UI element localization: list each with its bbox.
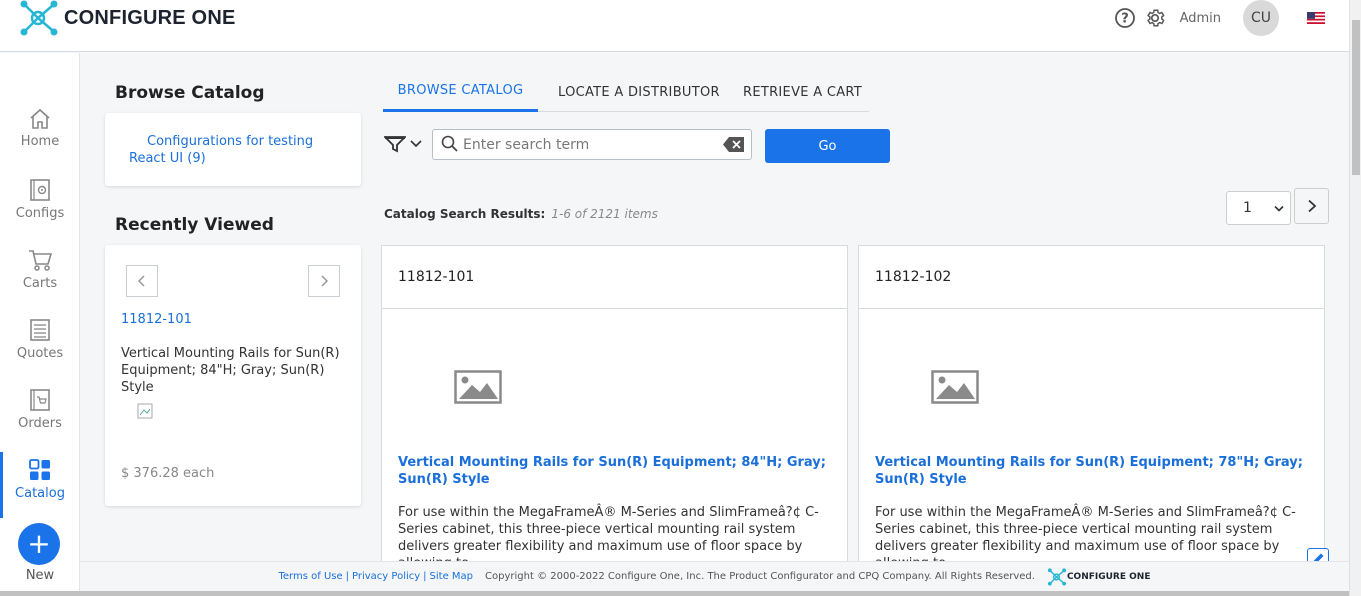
- configs-icon: [30, 179, 50, 201]
- clear-search-icon[interactable]: [722, 136, 746, 153]
- top-header: CONFIGURE ONE ? Admin CU: [0, 0, 1349, 52]
- results-count: 1-6 of 2121 items: [551, 207, 658, 221]
- chevron-down-icon: [410, 140, 422, 148]
- search-icon: [441, 135, 458, 152]
- image-placeholder-icon: [931, 370, 979, 404]
- nav-label-quotes: Quotes: [16, 346, 64, 361]
- vertical-scrollbar-thumb[interactable]: [1352, 20, 1360, 175]
- site-map-link[interactable]: Site Map: [430, 571, 473, 582]
- nav-label-carts: Carts: [22, 276, 58, 291]
- results-label: Catalog Search Results:: [384, 207, 546, 221]
- nav-item-configs[interactable]: Configs: [0, 178, 80, 242]
- privacy-policy-link[interactable]: Privacy Policy: [352, 571, 420, 582]
- nav-label-orders: Orders: [18, 416, 62, 431]
- recent-next-button[interactable]: [308, 265, 340, 297]
- filter-dropdown-button[interactable]: [384, 133, 426, 155]
- search-box: [432, 129, 752, 160]
- help-icon[interactable]: ?: [1114, 7, 1136, 29]
- product-id: 11812-101: [382, 246, 847, 309]
- new-button[interactable]: +: [18, 523, 60, 565]
- terms-of-use-link[interactable]: Terms of Use: [279, 571, 343, 582]
- copyright-text: Copyright © 2000-2022 Configure One, Inc…: [485, 571, 1035, 582]
- chevron-down-icon: [1274, 205, 1284, 212]
- user-avatar[interactable]: CU: [1243, 0, 1279, 36]
- footer-logo: CONFIGURE ONE: [1047, 567, 1151, 586]
- nav-label-configs: Configs: [15, 206, 65, 221]
- left-nav: Home Configs Carts Quotes Orders Catalog…: [0, 53, 80, 596]
- catalog-icon: [29, 459, 50, 480]
- chevron-right-icon: [321, 275, 329, 287]
- broken-image-icon: [137, 403, 153, 419]
- vertical-scrollbar[interactable]: [1349, 0, 1361, 596]
- go-button[interactable]: Go: [765, 129, 890, 163]
- filter-funnel-icon: [384, 136, 406, 153]
- tab-locate-distributor[interactable]: LOCATE A DISTRIBUTOR: [558, 72, 720, 112]
- chevron-right-icon: [1307, 199, 1316, 213]
- nav-item-carts[interactable]: Carts: [0, 248, 80, 312]
- image-placeholder-icon: [454, 370, 502, 404]
- orders-icon: [30, 389, 50, 411]
- next-page-button[interactable]: [1294, 188, 1329, 224]
- catalog-category-link[interactable]: Configurations for testing React UI (9): [129, 133, 339, 167]
- tab-browse-catalog[interactable]: BROWSE CATALOG: [383, 72, 538, 112]
- chevron-left-icon: [137, 275, 145, 287]
- nav-item-quotes[interactable]: Quotes: [0, 318, 80, 382]
- product-card[interactable]: 11812-102 Vertical Mounting Rails for Su…: [858, 245, 1325, 575]
- catalog-tabs: BROWSE CATALOG LOCATE A DISTRIBUTOR RETR…: [383, 72, 869, 112]
- page-footer: Terms of Use | Privacy Policy | Site Map…: [80, 561, 1349, 591]
- recent-item-description: Vertical Mounting Rails for Sun(R) Equip…: [121, 346, 340, 395]
- svg-text:?: ?: [1121, 12, 1129, 27]
- settings-gear-icon[interactable]: [1144, 7, 1166, 29]
- new-label: New: [25, 568, 55, 583]
- home-icon: [30, 108, 50, 129]
- configure-one-logo-icon: [1047, 567, 1067, 586]
- footer-brand: CONFIGURE ONE: [1066, 571, 1151, 582]
- product-id: 11812-102: [859, 246, 1324, 309]
- footer-separator: |: [345, 571, 350, 582]
- user-role-label[interactable]: Admin: [1180, 11, 1221, 26]
- nav-label-catalog: Catalog: [15, 486, 65, 501]
- horizontal-scrollbar[interactable]: [0, 591, 1349, 596]
- recently-viewed-card: 11812-101 Vertical Mounting Rails for Su…: [105, 245, 361, 506]
- quotes-icon: [30, 319, 50, 341]
- nav-item-orders[interactable]: Orders: [0, 388, 80, 452]
- product-title-link[interactable]: Vertical Mounting Rails for Sun(R) Equip…: [875, 454, 1305, 488]
- recent-item-link[interactable]: 11812-101: [121, 312, 192, 327]
- page-select-value: 1: [1243, 200, 1252, 216]
- product-title-link[interactable]: Vertical Mounting Rails for Sun(R) Equip…: [398, 454, 828, 488]
- page-select[interactable]: 1: [1226, 191, 1291, 225]
- us-flag-icon[interactable]: [1307, 12, 1325, 24]
- browse-catalog-card: Configurations for testing React UI (9): [105, 113, 361, 186]
- tab-retrieve-cart[interactable]: RETRIEVE A CART: [743, 72, 862, 112]
- search-input[interactable]: [463, 134, 713, 156]
- cart-icon: [29, 250, 53, 271]
- footer-separator: |: [423, 571, 427, 582]
- nav-label-home: Home: [20, 134, 60, 149]
- nav-item-home[interactable]: Home: [0, 108, 80, 172]
- recently-viewed-title: Recently Viewed: [115, 215, 274, 235]
- product-card[interactable]: 11812-101 Vertical Mounting Rails for Su…: [381, 245, 848, 575]
- recent-item-price: $ 376.28 each: [121, 466, 215, 481]
- results-summary: Catalog Search Results: 1-6 of 2121 items: [384, 207, 658, 221]
- nav-item-catalog[interactable]: Catalog: [0, 452, 80, 522]
- recent-prev-button[interactable]: [126, 265, 158, 297]
- brand-name: CONFIGURE ONE: [64, 6, 236, 29]
- browse-catalog-title: Browse Catalog: [115, 83, 265, 103]
- app-logo[interactable]: CONFIGURE ONE: [18, 0, 236, 36]
- configure-one-logo-icon: [20, 0, 58, 36]
